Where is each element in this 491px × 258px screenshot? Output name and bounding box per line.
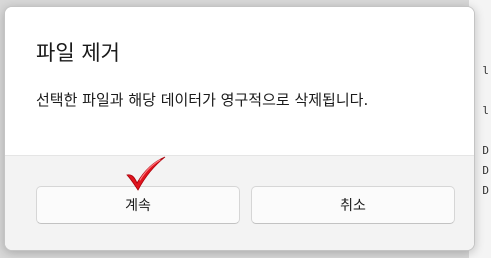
dialog-message: 선택한 파일과 해당 데이터가 영구적으로 삭제됩니다. (36, 91, 369, 109)
background-text: l (482, 104, 489, 117)
check-mark-icon (126, 156, 166, 191)
dialog-body: 파일 제거 선택한 파일과 해당 데이터가 영구적으로 삭제됩니다. (5, 7, 474, 155)
dialog-title: 파일 제거 (36, 41, 120, 65)
dialog-footer: 계속 취소 (5, 155, 474, 250)
remove-file-dialog: 파일 제거 선택한 파일과 해당 데이터가 영구적으로 삭제됩니다. 계속 취소 (4, 6, 475, 251)
background-text: D (482, 144, 489, 157)
cancel-button[interactable]: 취소 (251, 186, 455, 224)
background-text: l (482, 64, 489, 77)
background-text: D (482, 164, 489, 177)
background-text: D (482, 184, 489, 197)
